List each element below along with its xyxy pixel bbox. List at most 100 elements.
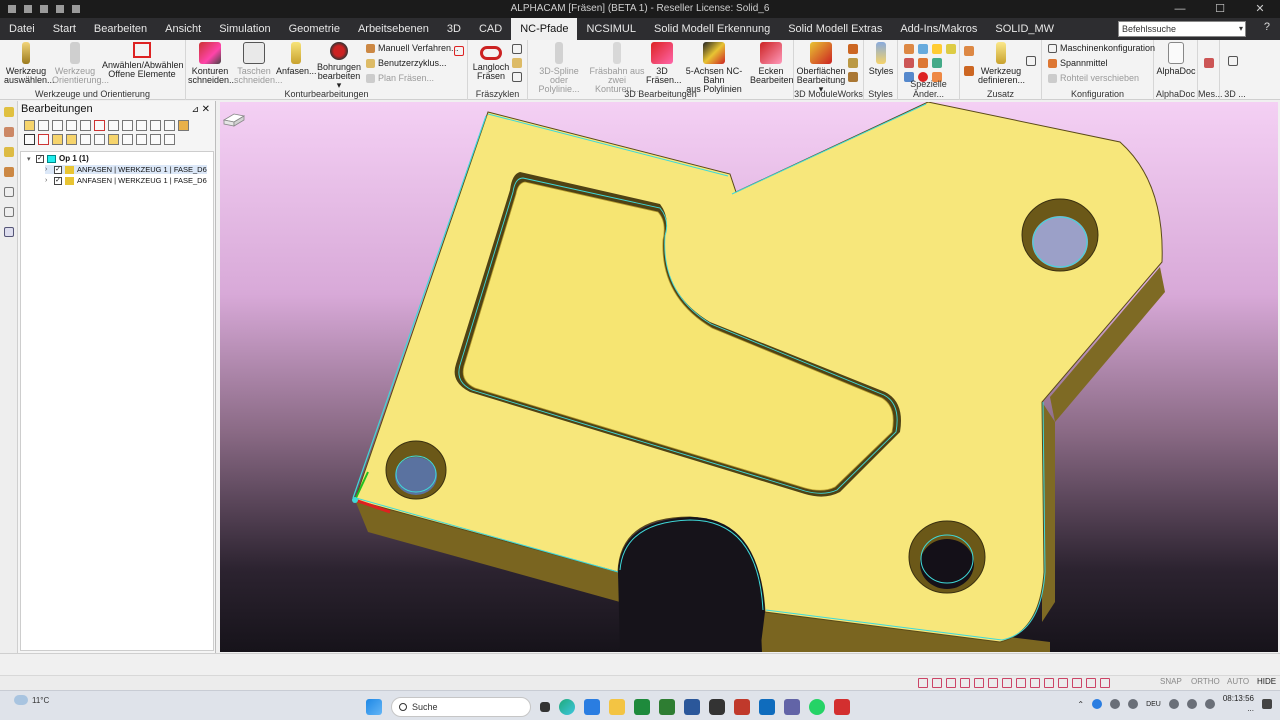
snap-toggle[interactable]: SNAP	[1160, 677, 1182, 686]
taschen-schneiden-button[interactable]: Taschen schneiden...	[234, 42, 283, 85]
werkzeug-auswaehlen-button[interactable]: Werkzeug auswählen...	[4, 42, 55, 85]
tree-icon[interactable]	[94, 134, 105, 145]
collapse-arrow-icon[interactable]: ▾	[27, 155, 36, 163]
volume-icon[interactable]	[1186, 699, 1197, 709]
special-icon-6[interactable]	[932, 58, 942, 68]
snap-icon-3[interactable]	[946, 678, 956, 688]
expand-arrow-icon[interactable]: ›	[45, 177, 54, 184]
fraesbahn-button[interactable]: Fräsbahn aus zwei Konturen...	[588, 42, 646, 94]
tab-add-ins-makros[interactable]: Add-Ins/Makros	[891, 18, 986, 40]
hide-toggle[interactable]: HIDE	[1257, 677, 1276, 686]
zusatz-icon-a[interactable]	[964, 46, 974, 56]
undo-icon[interactable]	[38, 134, 49, 145]
app-icon-dark[interactable]	[709, 699, 725, 715]
3d-viewport[interactable]	[220, 102, 1278, 652]
snap-icon-5[interactable]	[974, 678, 984, 688]
tree-root[interactable]: ▾ ✓ Op 1 (1)	[27, 154, 89, 163]
zusatz-icon-c[interactable]	[1026, 56, 1036, 66]
mw-icon-a[interactable]	[848, 44, 858, 54]
tab-cad[interactable]: CAD	[470, 18, 511, 40]
expand-arrow-icon[interactable]: ›	[45, 166, 54, 173]
battery-icon[interactable]	[1204, 699, 1215, 709]
snap-icon-9[interactable]	[1030, 678, 1040, 688]
ortho-toggle[interactable]: ORTHO	[1191, 677, 1220, 686]
checkbox[interactable]: ✓	[36, 154, 44, 163]
auto-toggle[interactable]: AUTO	[1227, 677, 1249, 686]
language-indicator[interactable]: DEU	[1146, 700, 1161, 709]
mw-icon-c[interactable]	[848, 72, 858, 82]
cycle-icon-c[interactable]	[512, 72, 522, 82]
mw-icon-b[interactable]	[848, 58, 858, 68]
maschinenkonfiguration-button[interactable]: Maschinenkonfiguration	[1048, 43, 1155, 53]
special-icon-5[interactable]	[918, 58, 928, 68]
fraesen-3d-button[interactable]: 3D Fräsen...	[646, 42, 682, 85]
plan-fraesen-button[interactable]: Plan Fräsen...	[366, 73, 434, 83]
chevron-down-icon[interactable]: ▾	[1239, 22, 1243, 36]
werkzeug-orientierung-button[interactable]: Werkzeug Orientierung...	[52, 42, 109, 85]
edit-icon[interactable]	[164, 120, 175, 131]
network-icon[interactable]	[1110, 699, 1121, 709]
tab-bearbeiten[interactable]: Bearbeiten	[85, 18, 156, 40]
langloch-fraesen-button[interactable]: Langloch Fräsen	[470, 42, 512, 81]
todo-icon[interactable]	[584, 699, 600, 715]
whatsapp-icon[interactable]	[809, 699, 825, 715]
brush-icon[interactable]	[178, 120, 189, 131]
tab-3d[interactable]: 3D	[438, 18, 470, 40]
achsen-5-button[interactable]: 5-Achsen NC-Bahn aus Polylinien	[678, 42, 750, 94]
snap-icon-7[interactable]	[1002, 678, 1012, 688]
clock[interactable]: 08:13:56 ...	[1223, 694, 1254, 714]
hierarchy-icon[interactable]	[150, 134, 161, 145]
edge-icon[interactable]	[559, 699, 575, 715]
zusatz-icon-b[interactable]	[964, 66, 974, 76]
settings-icon[interactable]	[108, 134, 119, 145]
cycle-icon-b[interactable]	[512, 58, 522, 68]
sort-icon[interactable]	[136, 134, 147, 145]
tab-arbeitsebenen[interactable]: Arbeitsebenen	[349, 18, 438, 40]
filter-icon[interactable]	[164, 134, 175, 145]
minimize-button[interactable]: —	[1160, 0, 1200, 18]
tab-ncsimul[interactable]: NCSIMUL	[577, 18, 645, 40]
snap-icon-12[interactable]	[1072, 678, 1082, 688]
snap-icon-8[interactable]	[1016, 678, 1026, 688]
tab-solid-modell-extras[interactable]: Solid Modell Extras	[779, 18, 891, 40]
document-icon[interactable]	[3, 187, 14, 197]
word-icon[interactable]	[684, 699, 700, 715]
snap-icon-1[interactable]	[918, 678, 928, 688]
onedrive-icon[interactable]	[1092, 699, 1103, 709]
refresh-icon[interactable]	[150, 120, 161, 131]
tab-nc-pfade[interactable]: NC-Pfade	[511, 18, 578, 40]
snap-icon-6[interactable]	[988, 678, 998, 688]
tab-geometrie[interactable]: Geometrie	[280, 18, 349, 40]
snap-icon-10[interactable]	[1044, 678, 1054, 688]
arrow-down-icon[interactable]	[136, 120, 147, 131]
close-button[interactable]: ✕	[1240, 0, 1280, 18]
tools-list-icon[interactable]	[3, 127, 14, 137]
help-icon[interactable]: ?	[1264, 21, 1270, 33]
teams-icon[interactable]	[784, 699, 800, 715]
outlook-icon[interactable]	[759, 699, 775, 715]
windows-start-icon[interactable]	[366, 699, 382, 715]
measure-icon[interactable]	[1204, 58, 1214, 68]
bohrungen-bearbeiten-button[interactable]: Bohrungen bearbeiten ▾	[316, 42, 362, 90]
lock-icon[interactable]	[52, 134, 63, 145]
cycle-icon-a[interactable]	[512, 44, 522, 54]
tab-solid-mw[interactable]: SOLID_MW	[986, 18, 1063, 40]
task-view-icon[interactable]	[540, 702, 550, 712]
extra-3d-icon[interactable]	[1228, 56, 1238, 66]
microphone-icon[interactable]	[1128, 699, 1139, 709]
tree-item[interactable]: › ✓ ANFASEN | WERKZEUG 1 | FASE_D6	[45, 176, 207, 185]
snap-icon-4[interactable]	[960, 678, 970, 688]
tab-start[interactable]: Start	[44, 18, 85, 40]
pin-icon[interactable]: ⊿	[191, 101, 199, 118]
ecken-bearbeiten-button[interactable]: Ecken Bearbeiten	[750, 42, 794, 85]
benutzerzyklus-button[interactable]: Benutzerzyklus...	[366, 58, 447, 68]
delete-icon[interactable]	[24, 134, 35, 145]
checkbox[interactable]: ✓	[54, 176, 62, 185]
wifi-icon[interactable]	[1168, 699, 1179, 709]
app-icon-green[interactable]	[659, 699, 675, 715]
arrow-up-icon[interactable]	[122, 120, 133, 131]
special-icon-3[interactable]	[932, 44, 942, 54]
spline-polylinie-button[interactable]: 3D-Spline oder Polylinie...	[530, 42, 588, 94]
excel-icon[interactable]	[634, 699, 650, 715]
taskbar-search[interactable]: Suche	[391, 697, 531, 717]
